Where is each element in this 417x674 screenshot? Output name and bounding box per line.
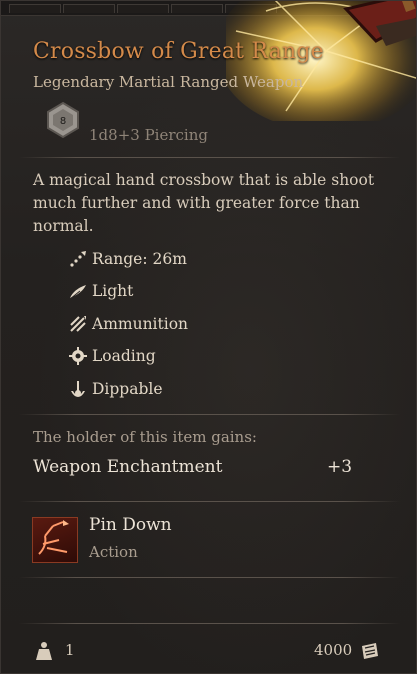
property-loading: Loading <box>67 345 156 367</box>
divider <box>19 414 400 415</box>
divider <box>19 157 400 158</box>
divider <box>19 577 400 578</box>
damage-die-value: 8 <box>60 116 66 127</box>
gold-coin-icon <box>362 643 378 659</box>
gear-icon <box>67 345 89 367</box>
divider <box>19 623 400 624</box>
top-border-strip <box>1 1 416 16</box>
item-subtitle: Legendary Martial Ranged Weapon <box>33 73 304 91</box>
damage-die-icon: 8 <box>45 101 81 139</box>
item-footer: 1 4000 <box>1 625 416 673</box>
property-dippable: Dippable <box>67 378 163 400</box>
property-range: Range: 26m <box>67 248 187 270</box>
pin-down-icon[interactable] <box>32 517 78 563</box>
weight-value: 1 <box>65 641 75 659</box>
enchantment-label: Weapon Enchantment <box>33 457 223 477</box>
property-label: Range: 26m <box>92 250 187 268</box>
ammunition-icon <box>67 313 89 335</box>
property-label: Light <box>92 282 134 300</box>
feather-icon <box>67 280 89 302</box>
action-name: Pin Down <box>89 515 172 535</box>
damage-text: 1d8+3 Piercing <box>89 126 208 144</box>
action-type: Action <box>89 543 138 561</box>
property-label: Ammunition <box>92 315 189 333</box>
dip-icon <box>67 378 89 400</box>
property-label: Loading <box>92 347 156 365</box>
price-value: 4000 <box>314 641 353 659</box>
weight-icon <box>36 642 52 660</box>
property-light: Light <box>67 280 133 302</box>
enchantment-value: +3 <box>327 457 353 477</box>
divider <box>19 501 400 502</box>
range-icon <box>67 248 89 270</box>
property-label: Dippable <box>92 380 163 398</box>
item-title: Crossbow of Great Range <box>33 39 324 64</box>
item-tooltip: Crossbow of Great Range Legendary Martia… <box>0 0 417 674</box>
grants-header: The holder of this item gains: <box>33 428 257 446</box>
item-description: A magical hand crossbow that is able sho… <box>33 171 375 235</box>
property-ammunition: Ammunition <box>67 313 188 335</box>
